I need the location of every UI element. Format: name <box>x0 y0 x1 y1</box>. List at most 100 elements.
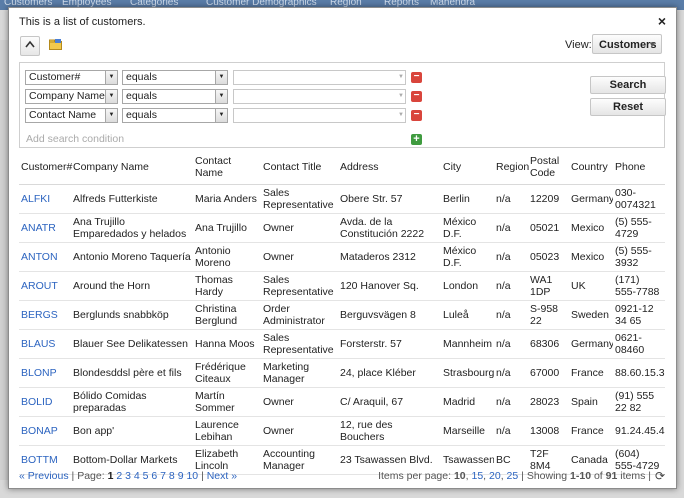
table-row: ANATR Ana Trujillo Emparedados y helados A… <box>19 213 665 243</box>
customer-id-link[interactable]: BONAP <box>21 425 58 437</box>
table-row: AROUT Around the Horn Thomas Hardy Sales Re… <box>19 271 665 301</box>
items-per-page-option[interactable]: 20 <box>489 470 501 482</box>
table-cell: Antonio Moreno Taquería <box>71 242 193 272</box>
table-cell: 0921-12 34 65 <box>613 300 665 330</box>
condition-operator-select-3[interactable]: equals ▼ <box>122 108 228 123</box>
table-cell: Maria Anders <box>193 184 261 214</box>
dropdown-arrow-icon: ▼ <box>215 109 227 122</box>
customer-id-link[interactable]: BERGS <box>21 309 58 321</box>
customer-list-dialog: This is a list of customers. × View: Cus… <box>8 7 677 489</box>
page-link[interactable]: 8 <box>169 470 175 482</box>
table-cell: Sales Representative <box>261 271 338 301</box>
table-cell: n/a <box>494 300 528 330</box>
page-label: Page: <box>77 470 105 482</box>
dropdown-arrow-icon: ▼ <box>105 71 117 84</box>
table-cell: S-958 22 <box>528 300 569 330</box>
customer-id-link[interactable]: BOLID <box>21 396 53 408</box>
condition-operator-select-1[interactable]: equals ▼ <box>122 70 228 85</box>
table-cell: ALFKI <box>19 184 71 214</box>
column-header[interactable]: Contact Name <box>193 150 261 185</box>
minus-icon: − <box>413 71 420 82</box>
page-link: 1 <box>107 470 114 482</box>
condition-field-select-1[interactable]: Customer# ▼ <box>25 70 118 85</box>
dropdown-arrow-icon: ▼ <box>398 112 404 118</box>
showing-prefix: Showing <box>526 470 568 482</box>
customer-id-link[interactable]: BLAUS <box>21 338 55 350</box>
collapse-search-button[interactable] <box>20 36 40 56</box>
page-link[interactable]: 3 <box>125 470 131 482</box>
table-row: ALFKI Alfreds Futterkiste Maria Anders Sale… <box>19 184 665 214</box>
table-cell: (5) 555-3932 <box>613 242 665 272</box>
refresh-icon[interactable]: ⟳ <box>655 469 665 483</box>
remove-condition-button-3[interactable]: − <box>411 110 422 121</box>
table-cell: Germany <box>569 329 613 359</box>
showing-range: 1-10 <box>570 470 592 482</box>
column-header[interactable]: Country <box>569 150 613 185</box>
close-icon[interactable]: × <box>658 13 666 29</box>
reset-button[interactable]: Reset <box>590 98 666 116</box>
customer-id-link[interactable]: ALFKI <box>21 193 50 205</box>
table-cell: Laurence Lebihan <box>193 416 261 446</box>
table-cell: Frédérique Citeaux <box>193 358 261 388</box>
table-cell: Owner <box>261 416 338 446</box>
condition-field-select-2[interactable]: Company Name ▼ <box>25 89 118 104</box>
column-header[interactable]: Contact Title <box>261 150 338 185</box>
column-header[interactable]: City <box>441 150 494 185</box>
page-link[interactable]: 7 <box>160 470 166 482</box>
view-select[interactable]: Customers ▼ <box>592 34 662 54</box>
condition-operator-value: equals <box>126 109 157 121</box>
table-cell: Forsterstr. 57 <box>338 329 441 359</box>
next-page-link[interactable]: Next » <box>207 470 237 482</box>
condition-value-input-2[interactable]: ▼ <box>233 89 406 104</box>
table-cell: Germany <box>569 184 613 214</box>
previous-page-link[interactable]: « Previous <box>19 470 69 482</box>
table-header-row: Customer# Company Name Contact Name Contact… <box>19 150 665 185</box>
page-link[interactable]: 2 <box>116 470 122 482</box>
table-cell: Berglunds snabbköp <box>71 300 193 330</box>
table-cell: Order Administrator <box>261 300 338 330</box>
items-per-page-option: 10 <box>453 470 466 482</box>
column-header[interactable]: Customer# <box>19 150 72 185</box>
page-link[interactable]: 10 <box>186 470 198 482</box>
table-cell: Avda. de la Constitución 2222 <box>338 213 441 243</box>
pager-separator: | <box>201 470 204 482</box>
customer-id-link[interactable]: AROUT <box>21 280 58 292</box>
folder-icon[interactable] <box>49 39 62 50</box>
customer-id-link[interactable]: BLONP <box>21 367 57 379</box>
column-header[interactable]: Postal Code <box>528 150 569 185</box>
items-per-page-option[interactable]: 25 <box>507 470 519 482</box>
table-cell: (91) 555 22 82 <box>613 387 665 417</box>
search-button[interactable]: Search <box>590 76 666 94</box>
table-row: BERGS Berglunds snabbköp Christina Berglun… <box>19 300 665 330</box>
customer-id-link[interactable]: ANATR <box>21 222 56 234</box>
column-header[interactable]: Address <box>338 150 441 185</box>
remove-condition-button-1[interactable]: − <box>411 72 422 83</box>
table-cell: Obere Str. 57 <box>338 184 441 214</box>
condition-value-input-1[interactable]: ▼ <box>233 70 406 85</box>
add-search-condition-link[interactable]: Add search condition <box>26 133 124 145</box>
condition-operator-select-2[interactable]: equals ▼ <box>122 89 228 104</box>
table-cell: 12209 <box>528 184 569 214</box>
condition-value-input-3[interactable]: ▼ <box>233 108 406 123</box>
add-condition-button[interactable]: + <box>411 134 422 145</box>
condition-operator-value: equals <box>126 71 157 83</box>
items-per-page-option[interactable]: 15 <box>471 470 483 482</box>
page-link[interactable]: 4 <box>134 470 140 482</box>
column-header[interactable]: Phone <box>613 150 665 185</box>
condition-field-select-3[interactable]: Contact Name ▼ <box>25 108 118 123</box>
customer-id-link[interactable]: BOTTM <box>21 454 58 466</box>
page-link[interactable]: 5 <box>143 470 149 482</box>
column-header[interactable]: Region <box>494 150 529 185</box>
page-link[interactable]: 9 <box>178 470 184 482</box>
table-cell: BONAP <box>19 416 71 446</box>
items-per-page-options: 10, 15, 20, 25 <box>453 470 519 482</box>
remove-condition-button-2[interactable]: − <box>411 91 422 102</box>
page-link[interactable]: 6 <box>151 470 157 482</box>
customer-id-link[interactable]: ANTON <box>21 251 58 263</box>
dialog-title: This is a list of customers. <box>19 16 146 28</box>
table-cell: Owner <box>261 242 338 272</box>
column-header[interactable]: Company Name <box>71 150 193 185</box>
table-row: BLONP Blondesddsl père et fils Frédérique … <box>19 358 665 388</box>
table-cell: Owner <box>261 213 338 243</box>
table-cell: Blauer See Delikatessen <box>71 329 193 359</box>
